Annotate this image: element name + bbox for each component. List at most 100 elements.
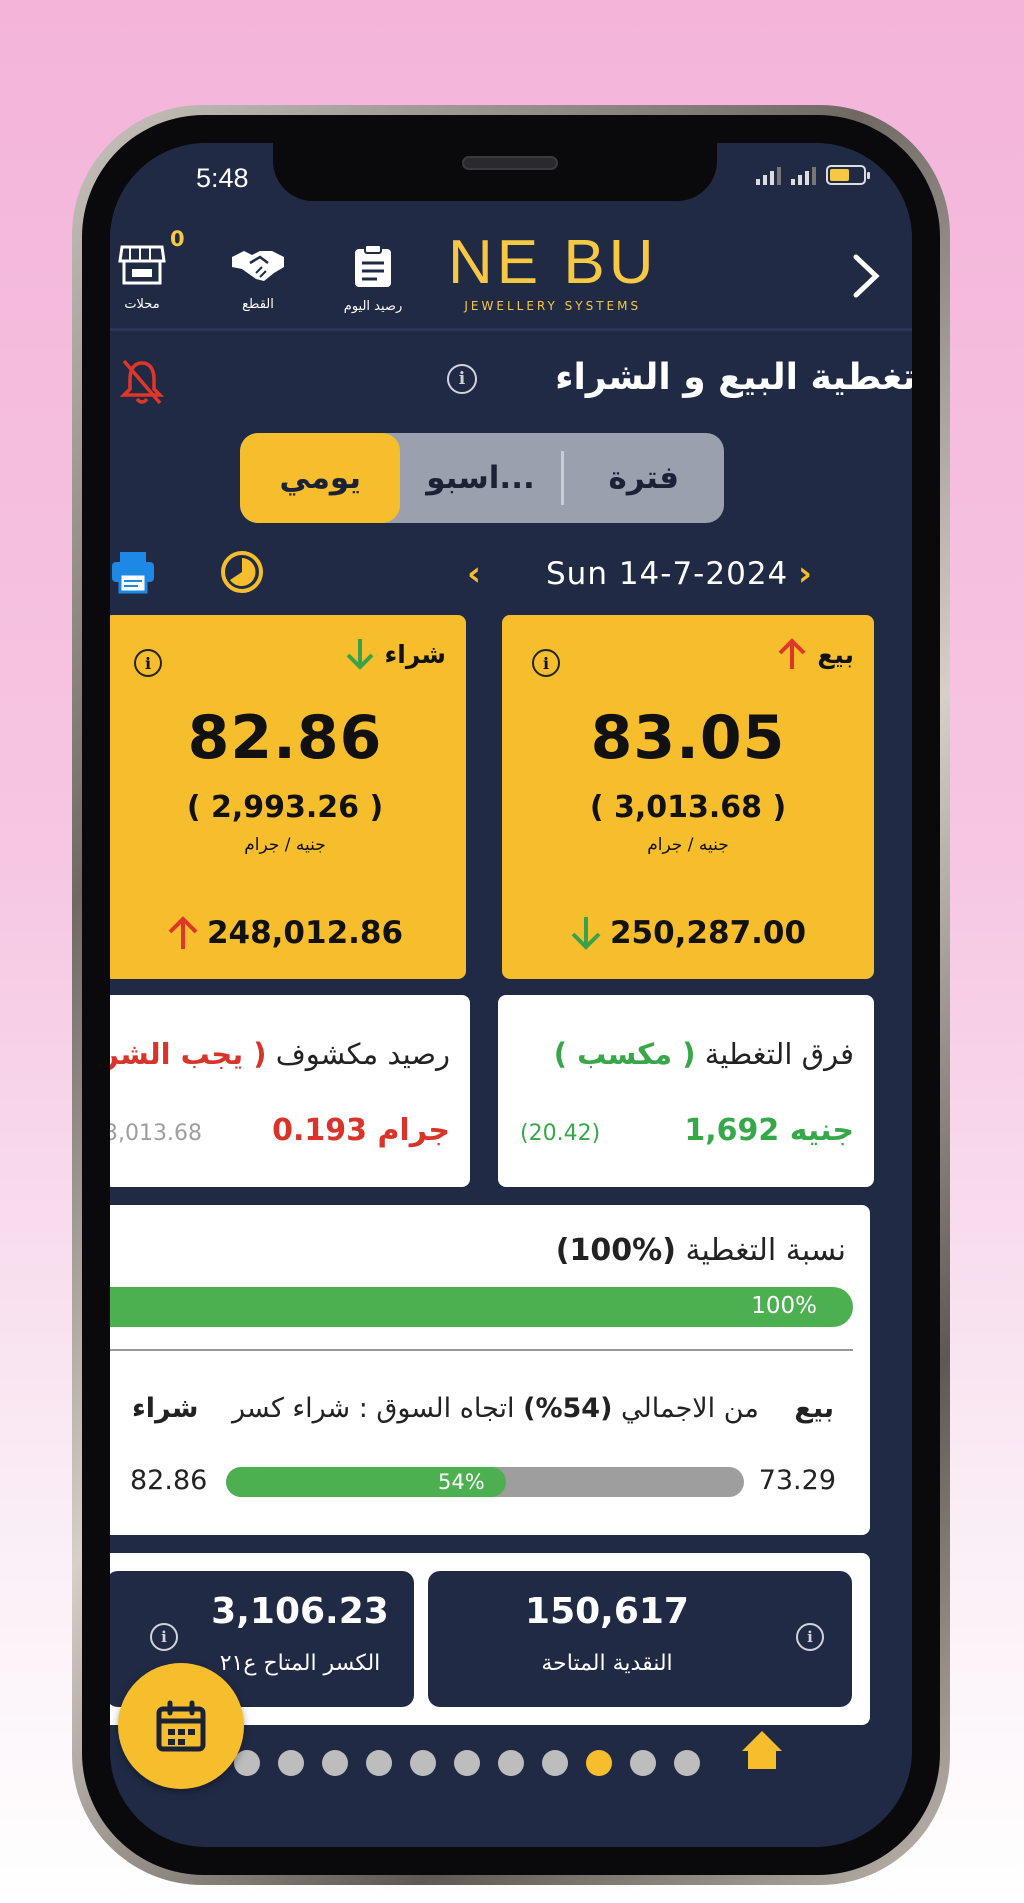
signal-icon <box>756 165 781 185</box>
coverage-ratio-value: (100%) <box>555 1233 676 1268</box>
cash-info-icon[interactable]: i <box>796 1623 824 1651</box>
calendar-button[interactable] <box>118 1663 244 1789</box>
page-dot[interactable] <box>234 1750 260 1776</box>
coverage-diff-label: فرق التغطية <box>704 1037 854 1071</box>
buy-info-icon[interactable]: i <box>134 649 162 677</box>
buy-total-value: 248,012.86 <box>206 915 404 951</box>
arrow-up-icon <box>168 916 198 949</box>
page-dot[interactable] <box>278 1750 304 1776</box>
daily-balance-button[interactable]: رصيد اليوم <box>328 243 418 314</box>
uncovered-balance-label: رصيد مكشوف <box>275 1037 450 1071</box>
page-dot[interactable] <box>498 1750 524 1776</box>
coverage-progress-bar: 100% <box>110 1287 853 1327</box>
page-title: تغطية البيع و الشراء <box>555 357 912 398</box>
page-dot[interactable] <box>542 1750 568 1776</box>
home-icon[interactable] <box>740 1729 784 1769</box>
buy-unit: جنيه / جرام <box>244 835 326 855</box>
sell-unit: جنيه / جرام <box>647 835 729 855</box>
market-left-value: 82.86 <box>130 1465 208 1496</box>
page-dot[interactable] <box>586 1750 612 1776</box>
status-time: 5:48 <box>196 163 249 193</box>
tab-weekly[interactable]: اسبو... <box>400 433 560 523</box>
page-dot[interactable] <box>630 1750 656 1776</box>
arrow-down-icon <box>571 917 601 950</box>
stores-label: محلات <box>124 297 160 312</box>
period-segmented-control: يومي اسبو... فترة <box>240 433 724 523</box>
calendar-icon <box>156 1700 206 1752</box>
sell-title: بيع <box>817 639 854 669</box>
tab-daily[interactable]: يومي <box>240 433 401 523</box>
market-direction-text: من الاجمالي (54%) اتجاه السوق : شراء كسر <box>232 1393 759 1424</box>
market-progress-bar: 54% <box>226 1467 744 1497</box>
logo-subtitle: JEWELLERY SYSTEMS <box>464 299 642 313</box>
pieces-button[interactable]: القطع <box>228 243 288 312</box>
coverage-diff-value: 1,692 جنيه <box>684 1113 854 1148</box>
buy-header: شراء <box>345 637 447 671</box>
buy-value: 82.86 <box>187 703 383 773</box>
app-header: 0 محلات القطع رصيد اليوم NE BU JEWELLERY… <box>110 213 912 331</box>
phone-bezel: 5:48 0 محلات القطع رصيد اليوم NE BU JEWE… <box>82 115 940 1875</box>
buy-card[interactable]: i شراء 82.86 ( 2,993.26 ) جنيه / جرام 24… <box>110 615 466 979</box>
uncovered-balance-card[interactable]: ( يجب الشراء ) رصيد مكشوف 0.193 جرام 3,0… <box>110 995 470 1187</box>
buy-title: شراء <box>384 639 447 669</box>
market-pct: (54%) <box>523 1393 613 1424</box>
daily-balance-label: رصيد اليوم <box>343 299 403 314</box>
date-text[interactable]: Sun 14-7-2024 <box>546 556 788 592</box>
sell-total-value: 250,287.00 <box>609 915 807 951</box>
signal-icon-2 <box>791 165 816 185</box>
sell-info-icon[interactable]: i <box>532 649 560 677</box>
tab-period[interactable]: فترة <box>564 433 724 523</box>
logo-text: NE BU <box>448 228 658 297</box>
bell-off-icon[interactable] <box>120 357 164 407</box>
uncovered-balance-label-row: ( يجب الشراء ) رصيد مكشوف <box>110 1037 450 1071</box>
sell-sub-value: ( 3,013.68 ) <box>589 790 787 825</box>
market-right-value: 73.29 <box>758 1465 836 1496</box>
market-sell-label: بيع <box>794 1393 834 1424</box>
status-icons <box>756 165 870 185</box>
stores-button[interactable]: 0 محلات <box>112 227 185 312</box>
info-icon[interactable]: i <box>447 364 477 394</box>
coverage-ratio-label: نسبة التغطية <box>685 1233 846 1268</box>
arrow-down-icon <box>346 639 373 670</box>
coverage-diff-card[interactable]: ( مكسب ) فرق التغطية 1,692 جنيه (20.42) <box>498 995 874 1187</box>
page-dot[interactable] <box>674 1750 700 1776</box>
sell-value: 83.05 <box>590 703 786 773</box>
page-dot[interactable] <box>366 1750 392 1776</box>
market-progress-text: 54% <box>438 1470 485 1494</box>
market-buy-label: شراء <box>132 1393 199 1424</box>
uncovered-balance-secondary: 3,013.68 <box>110 1121 202 1146</box>
uncovered-balance-tag: ( يجب الشراء ) <box>110 1037 267 1071</box>
page-dot[interactable] <box>410 1750 436 1776</box>
market-of-total: من الاجمالي <box>621 1393 759 1424</box>
market-direction-row: شراء من الاجمالي (54%) اتجاه السوق : شرا… <box>110 1393 870 1433</box>
chevron-right-icon[interactable] <box>848 253 884 299</box>
divider <box>110 1349 853 1351</box>
uncovered-balance-value: 0.193 جرام <box>272 1113 450 1148</box>
store-icon <box>118 245 166 285</box>
battery-icon <box>826 165 870 185</box>
available-cash-label: النقدية المتاحة <box>541 1651 673 1676</box>
coverage-diff-secondary: (20.42) <box>520 1121 601 1146</box>
available-cash-card[interactable]: 150,617 النقدية المتاحة i <box>428 1571 852 1707</box>
sell-total: 250,287.00 <box>502 915 874 951</box>
next-date-button[interactable]: › <box>798 554 812 594</box>
notification-badge: 0 <box>170 227 185 251</box>
clipboard-icon <box>355 244 391 287</box>
buy-total: 248,012.86 <box>110 915 466 951</box>
previous-date-button[interactable]: ‹ <box>467 554 481 594</box>
buy-sub-value: ( 2,993.26 ) <box>186 790 384 825</box>
available-cash-value: 150,617 <box>525 1591 689 1632</box>
app-screen: 5:48 0 محلات القطع رصيد اليوم NE BU JEWE… <box>110 143 912 1847</box>
market-direction: اتجاه السوق : شراء كسر <box>232 1393 515 1424</box>
coverage-diff-label-row: ( مكسب ) فرق التغطية <box>554 1037 854 1071</box>
page-dot[interactable] <box>322 1750 348 1776</box>
pieces-label: القطع <box>242 297 274 312</box>
handshake-icon <box>232 251 284 281</box>
date-row: ‹ Sun 14-7-2024 › <box>110 538 912 608</box>
sell-header: بيع <box>777 637 854 671</box>
history-icon[interactable] <box>218 548 266 596</box>
print-icon[interactable] <box>110 550 156 594</box>
page-dot[interactable] <box>454 1750 480 1776</box>
sell-card[interactable]: i بيع 83.05 ( 3,013.68 ) جنيه / جرام 250… <box>502 615 874 979</box>
nebu-logo: NE BU JEWELLERY SYSTEMS <box>448 228 658 314</box>
